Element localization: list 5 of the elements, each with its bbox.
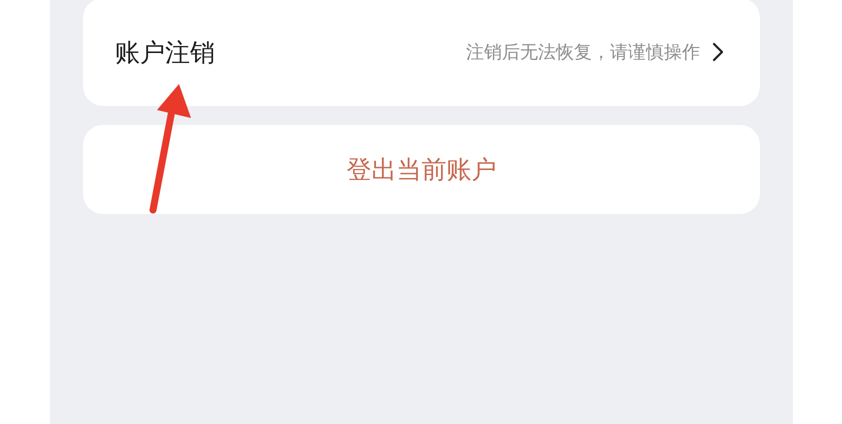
chevron-icon	[712, 42, 724, 62]
setting-label: 账户注销	[115, 36, 216, 68]
setting-hint: 注销后无法恢复，请谨慎操作	[466, 41, 700, 64]
logout-button[interactable]: 登出当前账户	[83, 125, 760, 214]
settings-row[interactable]: 账户注销 注销后无法恢复，请谨慎操作	[83, 0, 760, 106]
